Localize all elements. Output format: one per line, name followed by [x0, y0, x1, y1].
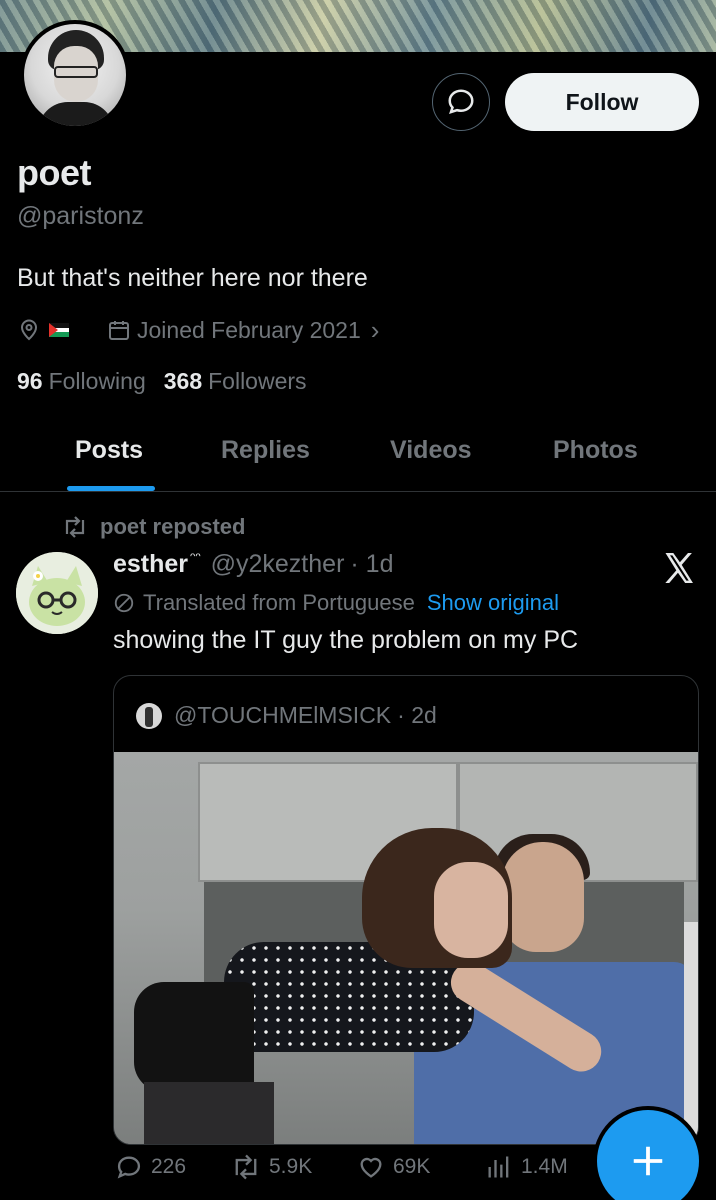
- follow-counts: 96 Following 368 Followers: [17, 368, 307, 395]
- tab-replies[interactable]: Replies: [221, 436, 310, 465]
- profile-meta: Joined February 2021 ›: [17, 314, 379, 346]
- post-text: showing the IT guy the problem on my PC: [113, 626, 579, 654]
- location-icon: [20, 319, 38, 341]
- views-button[interactable]: 1.4M: [485, 1153, 568, 1181]
- repost-icon: [65, 516, 85, 538]
- post-actions: 226 5.9K 69K 1.4M: [113, 1145, 603, 1189]
- tab-photos[interactable]: Photos: [553, 436, 638, 465]
- reply-count: 226: [151, 1155, 187, 1178]
- following-link[interactable]: 96 Following: [17, 368, 146, 395]
- post-author-suffix: ᵔᵔ: [190, 549, 201, 565]
- repost-count: 5.9K: [269, 1155, 313, 1178]
- followers-link[interactable]: 368 Followers: [164, 368, 307, 395]
- like-icon: [360, 1157, 382, 1178]
- message-button[interactable]: [432, 73, 490, 131]
- profile-tabs: Posts Replies Videos Photos: [0, 420, 716, 492]
- translation-notice: Translated from Portuguese Show original: [113, 590, 559, 616]
- views-count: 1.4M: [521, 1155, 568, 1178]
- post-author-handle[interactable]: @y2kezther: [211, 550, 345, 579]
- plus-icon: [633, 1146, 663, 1176]
- following-label: Following: [48, 368, 146, 394]
- palestine-flag-icon: [49, 323, 69, 337]
- quoted-post[interactable]: @TOUCHMElMSICK · 2d: [113, 675, 699, 1145]
- tab-posts[interactable]: Posts: [75, 436, 143, 465]
- profile-avatar[interactable]: [20, 20, 130, 130]
- post-header: esther ᵔᵔ @y2kezther · 1d: [113, 549, 393, 579]
- repost-button[interactable]: 5.9K: [231, 1154, 312, 1180]
- joined-chevron-icon: ›: [370, 314, 380, 345]
- repost-indicator[interactable]: poet reposted: [62, 514, 245, 540]
- quoted-post-image[interactable]: [114, 752, 698, 1144]
- quoted-author-avatar: [136, 702, 162, 729]
- profile-handle: @paristonz: [17, 202, 144, 230]
- like-button[interactable]: 69K: [357, 1153, 430, 1181]
- post-time[interactable]: · 1d: [350, 550, 393, 579]
- translated-label: Translated from Portuguese: [143, 590, 415, 615]
- quoted-post-header: @TOUCHMElMSICK · 2d: [136, 702, 437, 729]
- quoted-post-time: · 2d: [397, 702, 437, 728]
- repost-icon: [235, 1154, 257, 1180]
- profile-bio: But that's neither here nor there: [17, 264, 368, 292]
- active-tab-indicator: [67, 486, 155, 491]
- follow-button[interactable]: Follow: [505, 73, 699, 131]
- show-original-link[interactable]: Show original: [427, 590, 559, 616]
- views-icon: [488, 1156, 509, 1178]
- followers-count: 368: [163, 368, 203, 394]
- followers-label: Followers: [208, 368, 307, 394]
- post-author-name[interactable]: esther: [113, 550, 188, 579]
- reply-button[interactable]: 226: [115, 1153, 186, 1181]
- message-icon: [448, 89, 474, 114]
- like-count: 69K: [393, 1155, 431, 1178]
- tab-videos[interactable]: Videos: [390, 436, 472, 465]
- quoted-author-handle: @TOUCHMElMSICK: [174, 702, 392, 728]
- profile-name: poet: [17, 152, 92, 193]
- joined-label: Joined February 2021: [137, 316, 361, 343]
- repost-label: poet reposted: [100, 514, 246, 539]
- calendar-icon: [109, 321, 129, 340]
- following-count: 96: [17, 368, 43, 394]
- translate-icon: [114, 593, 134, 613]
- post-author-avatar[interactable]: [16, 552, 98, 634]
- joined-date[interactable]: Joined February 2021 ›: [107, 315, 379, 346]
- x-logo-icon: [665, 553, 693, 583]
- reply-icon: [117, 1156, 141, 1179]
